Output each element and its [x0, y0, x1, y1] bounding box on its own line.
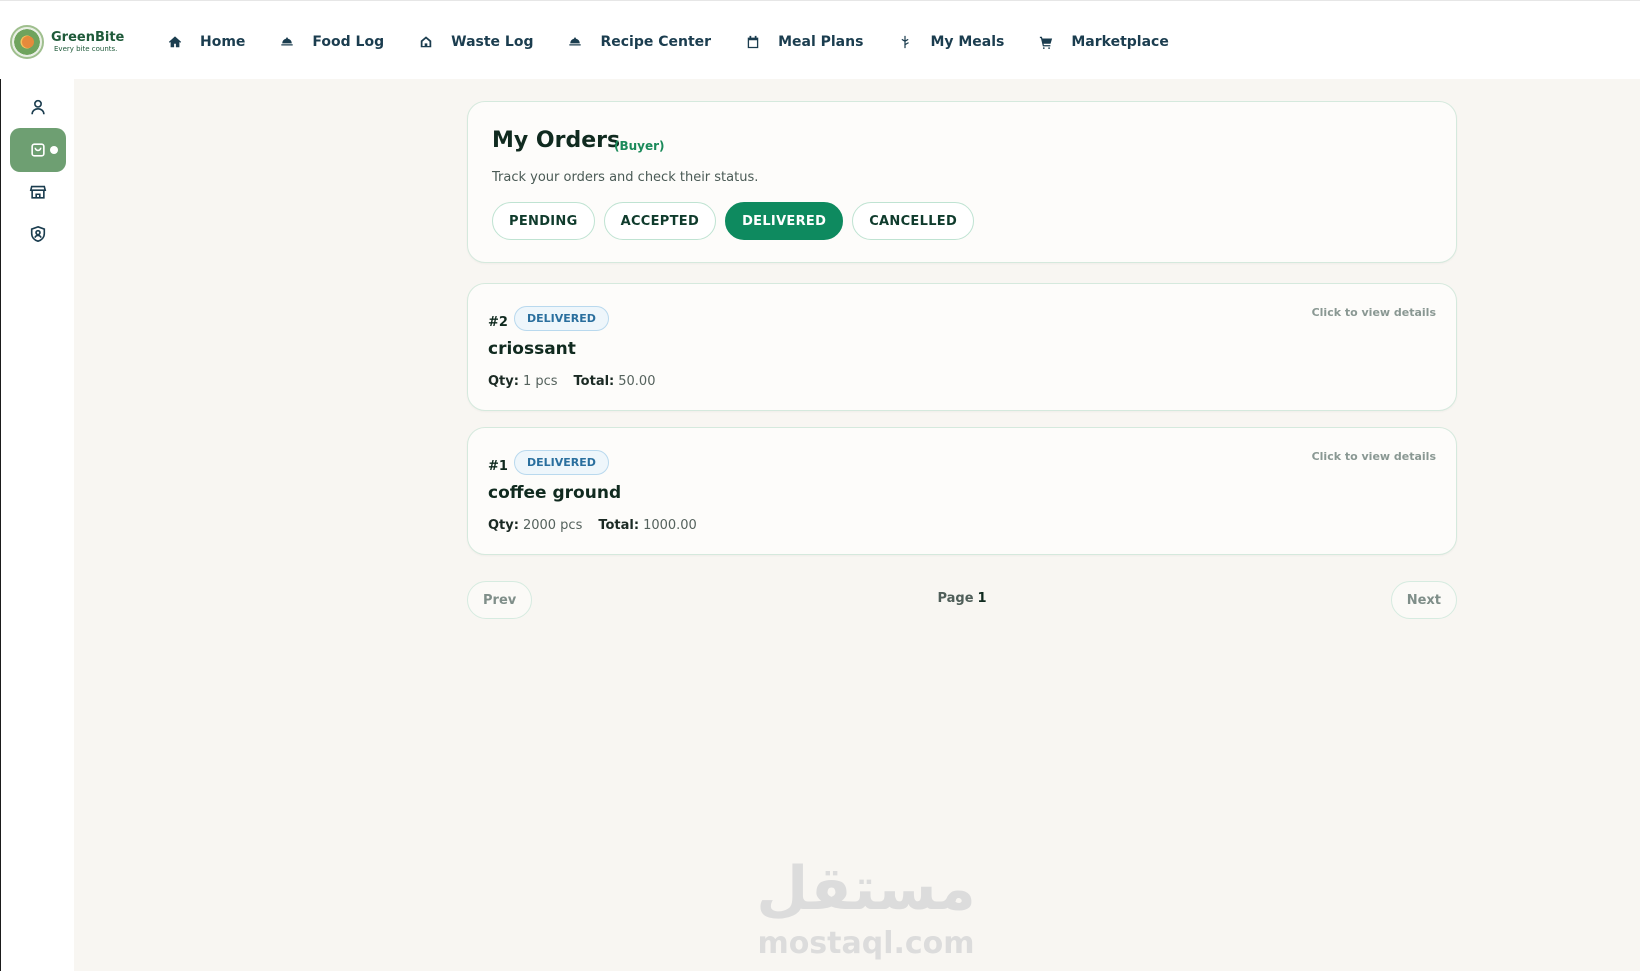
nav-item-waste-log[interactable]: Waste Log: [418, 34, 533, 50]
status-badge: DELIVERED: [514, 450, 609, 475]
sidebar: [0, 79, 74, 971]
page-subtitle: Track your orders and check their status…: [492, 170, 759, 185]
qty-value: 2000 pcs: [522, 518, 583, 533]
order-meta: Qty: 1 pcs Total: 50.00: [488, 374, 655, 389]
shopping-bag-icon: [31, 143, 45, 157]
brand-name: GreenBite: [51, 29, 125, 45]
user-icon: [31, 99, 45, 115]
sidebar-item-orders[interactable]: [10, 128, 66, 172]
page-number: 1: [977, 591, 987, 606]
nav-item-my-meals[interactable]: My Meals: [897, 34, 1004, 50]
filter-cancelled-button[interactable]: CANCELLED: [852, 202, 975, 240]
watermark-arabic: مستقل: [756, 854, 976, 924]
nav-label-home: Home: [200, 33, 246, 50]
order-id: #1: [488, 459, 508, 474]
page-title: My Orders: [492, 128, 621, 153]
active-indicator-dot: [50, 146, 58, 154]
sidebar-item-admin[interactable]: [10, 212, 66, 256]
nav-label-recipe-center: Recipe Center: [600, 33, 712, 50]
order-item-name: criossant: [488, 339, 576, 359]
nav-label-marketplace: Marketplace: [1071, 33, 1169, 50]
nav-item-food-log[interactable]: Food Log: [279, 34, 384, 50]
meta-spacer: [558, 374, 574, 389]
main-content: My Orders (Buyer) Track your orders and …: [74, 79, 1640, 971]
filter-delivered-button[interactable]: DELIVERED: [725, 202, 844, 240]
greenbite-logo-icon: [10, 24, 44, 59]
cloche-icon: [567, 34, 583, 50]
nav-item-marketplace[interactable]: Marketplace: [1038, 33, 1169, 50]
view-details-hint: Click to view details: [1311, 306, 1436, 319]
nav-label-my-meals: My Meals: [930, 33, 1005, 50]
calendar-icon: [745, 34, 761, 50]
qty-label: Qty:: [488, 518, 519, 533]
total-label: Total:: [573, 374, 615, 389]
nav-item-home[interactable]: Home: [167, 34, 245, 50]
sidebar-item-profile[interactable]: [10, 85, 66, 129]
nav-label-food-log: Food Log: [312, 33, 385, 50]
order-meta: Qty: 2000 pcs Total: 1000.00: [488, 518, 697, 533]
total-label: Total:: [598, 518, 640, 533]
wheat-icon: [897, 34, 913, 50]
page-indicator: Page 1: [467, 591, 1457, 606]
nav-label-meal-plans: Meal Plans: [778, 33, 864, 50]
order-card[interactable]: #1 DELIVERED Click to view details coffe…: [467, 427, 1457, 555]
cart-icon: [1038, 34, 1054, 50]
shield-user-icon: [30, 225, 46, 243]
nav-item-meal-plans[interactable]: Meal Plans: [745, 34, 863, 50]
brand-tagline: Every bite counts.: [54, 44, 118, 53]
order-id: #2: [488, 315, 508, 330]
store-icon: [29, 185, 47, 199]
order-card[interactable]: #2 DELIVERED Click to view details crios…: [467, 283, 1457, 411]
pagination: Prev Page 1 Next: [467, 581, 1457, 621]
role-label: (Buyer): [614, 139, 665, 153]
total-value: 50.00: [618, 374, 656, 389]
status-filter-group: PENDING ACCEPTED DELIVERED CANCELLED: [492, 202, 983, 240]
total-value: 1000.00: [643, 518, 697, 533]
orders-header-card: My Orders (Buyer) Track your orders and …: [467, 101, 1457, 263]
cloche-icon: [279, 34, 295, 50]
watermark: مستقل mostaql.com: [716, 851, 1016, 971]
home-icon: [167, 34, 183, 50]
nav-item-recipe-center[interactable]: Recipe Center: [567, 34, 711, 50]
qty-label: Qty:: [488, 374, 519, 389]
qty-value: 1 pcs: [522, 374, 558, 389]
brand-text: GreenBite Every bite counts.: [51, 31, 124, 53]
brand[interactable]: GreenBite Every bite counts.: [10, 24, 150, 59]
filter-pending-button[interactable]: PENDING: [492, 202, 595, 240]
sidebar-item-store[interactable]: [10, 170, 66, 214]
house-icon: [418, 34, 434, 50]
meta-spacer: [582, 518, 598, 533]
view-details-hint: Click to view details: [1311, 450, 1436, 463]
order-item-name: coffee ground: [488, 483, 622, 503]
status-badge: DELIVERED: [514, 306, 609, 331]
nav-menu: Home Food Log Waste Log Recipe Center Me…: [167, 34, 1203, 50]
nav-label-waste-log: Waste Log: [451, 33, 534, 50]
page-label: Page: [937, 591, 974, 606]
watermark-latin: mostaql.com: [757, 926, 975, 961]
filter-accepted-button[interactable]: ACCEPTED: [603, 202, 717, 240]
top-navigation: GreenBite Every bite counts. Home Food L…: [0, 4, 1640, 79]
next-page-button[interactable]: Next: [1390, 581, 1457, 619]
